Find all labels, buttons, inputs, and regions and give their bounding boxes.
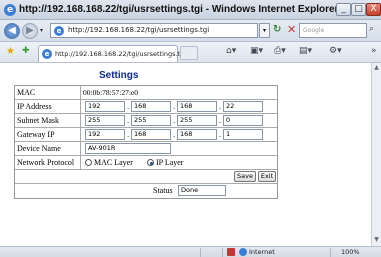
mac-row: MAC 00:0b:78:57:27:e0 bbox=[15, 86, 277, 100]
ip-row: IP Address 192 . 168 . 168 . 22 bbox=[15, 100, 277, 114]
mac-label: MAC bbox=[15, 86, 81, 99]
vertical-scrollbar[interactable]: ▲ ▼ bbox=[371, 63, 381, 246]
navigation-bar: ◀ ▶ ▾ e http://192.168.168.22/tgi/usrset… bbox=[0, 20, 381, 42]
tab-usrsettings[interactable]: e http://192.168.168.22/tgi/usrsettings.… bbox=[38, 45, 186, 62]
zoom-level[interactable]: 100% bbox=[341, 248, 360, 256]
page-title: Settings bbox=[99, 70, 139, 81]
gateway-octet-4-field[interactable]: 1 bbox=[223, 129, 263, 140]
new-tab-button[interactable] bbox=[180, 46, 198, 60]
gateway-row: Gateway IP 192 . 168 . 168 . 1 bbox=[15, 128, 277, 142]
gateway-dot: . bbox=[173, 131, 176, 139]
mac-layer-label: MAC Layer bbox=[94, 158, 133, 167]
title-bar: e http://192.168.168.22/tgi/usrsettings.… bbox=[0, 0, 381, 20]
subnet-label: Subnet Mask bbox=[15, 114, 81, 127]
mac-layer-radio[interactable] bbox=[85, 159, 92, 166]
gateway-octet-2-field[interactable]: 168 bbox=[131, 129, 171, 140]
tab-page-icon: e bbox=[42, 49, 52, 59]
mask-octet-2-field[interactable]: 255 bbox=[131, 115, 171, 126]
mask-dot: . bbox=[173, 117, 176, 125]
back-arrow-icon[interactable]: ◀ bbox=[4, 23, 20, 39]
scroll-down-icon[interactable]: ▼ bbox=[372, 236, 381, 245]
ip-octet-1-field[interactable]: 192 bbox=[85, 101, 125, 112]
device-name-label: Device Name bbox=[15, 142, 81, 155]
search-icon[interactable]: ⌕ bbox=[369, 24, 374, 34]
exit-button[interactable]: Exit bbox=[258, 171, 276, 182]
page-menu-icon[interactable]: ▤▾ bbox=[299, 46, 312, 56]
ip-dot: . bbox=[127, 103, 130, 111]
scroll-up-icon[interactable]: ▲ bbox=[372, 64, 381, 73]
status-field: Done bbox=[178, 185, 226, 196]
gateway-dot: . bbox=[219, 131, 222, 139]
star-icon[interactable]: ★ bbox=[6, 46, 15, 57]
status-label: Status bbox=[153, 186, 173, 195]
minimize-button[interactable]: _ bbox=[336, 3, 351, 16]
ip-octet-4-field[interactable]: 22 bbox=[223, 101, 263, 112]
search-input[interactable]: Google bbox=[299, 23, 367, 38]
window-title: http://192.168.168.22/tgi/usrsettings.tg… bbox=[19, 4, 339, 15]
ip-layer-label: IP Layer bbox=[156, 158, 184, 167]
ip-layer-radio[interactable] bbox=[147, 159, 154, 166]
print-icon[interactable]: ⎙▾ bbox=[274, 46, 286, 56]
gateway-octet-3-field[interactable]: 168 bbox=[177, 129, 217, 140]
search-placeholder: Google bbox=[303, 27, 325, 34]
status-divider bbox=[200, 248, 201, 257]
mac-value: 00:0b:78:57:27:e0 bbox=[83, 88, 138, 97]
ip-dot: . bbox=[173, 103, 176, 111]
protocol-label: Network Protocol bbox=[15, 156, 81, 169]
recent-pages-dropdown-icon[interactable]: ▾ bbox=[40, 27, 43, 34]
mask-octet-1-field[interactable]: 255 bbox=[85, 115, 125, 126]
refresh-icon[interactable]: ↻ bbox=[273, 24, 281, 35]
save-button[interactable]: Save bbox=[234, 171, 256, 182]
mask-dot: . bbox=[219, 117, 222, 125]
forward-arrow-icon[interactable]: ▶ bbox=[22, 23, 38, 39]
mask-octet-3-field[interactable]: 255 bbox=[177, 115, 217, 126]
toolbar-overflow-icon[interactable]: » bbox=[371, 46, 377, 56]
page-icon: e bbox=[54, 26, 64, 36]
stop-icon[interactable]: ✕ bbox=[287, 23, 296, 36]
status-divider bbox=[222, 248, 223, 257]
gateway-label: Gateway IP bbox=[15, 128, 81, 141]
buttons-row: Save Exit bbox=[15, 170, 277, 184]
protocol-row: Network Protocol MAC Layer IP Layer bbox=[15, 156, 277, 170]
ip-label: IP Address bbox=[15, 100, 81, 113]
mask-octet-4-field[interactable]: 0 bbox=[223, 115, 263, 126]
subnet-row: Subnet Mask 255 . 255 . 255 . 0 bbox=[15, 114, 277, 128]
status-divider bbox=[330, 248, 331, 257]
globe-icon bbox=[239, 248, 247, 256]
add-favorite-icon[interactable]: ✚ bbox=[22, 46, 30, 56]
device-name-row: Device Name AV-901R bbox=[15, 142, 277, 156]
gateway-dot: . bbox=[127, 131, 130, 139]
ie-logo-icon: e bbox=[4, 4, 16, 16]
feeds-icon[interactable]: ▣▾ bbox=[250, 46, 263, 56]
gateway-octet-1-field[interactable]: 192 bbox=[85, 129, 125, 140]
maximize-button[interactable]: □ bbox=[351, 3, 366, 16]
status-row: Status Done bbox=[15, 184, 277, 198]
ip-dot: . bbox=[219, 103, 222, 111]
ip-octet-3-field[interactable]: 168 bbox=[177, 101, 217, 112]
security-zone: Internet bbox=[249, 248, 275, 256]
ip-octet-2-field[interactable]: 168 bbox=[131, 101, 171, 112]
device-name-field[interactable]: AV-901R bbox=[85, 143, 171, 154]
tab-label: http://192.168.168.22/tgi/usrsettings.tg… bbox=[55, 50, 187, 58]
mask-dot: . bbox=[127, 117, 130, 125]
tools-icon[interactable]: ⚙▾ bbox=[329, 46, 342, 56]
close-button[interactable]: X bbox=[366, 3, 381, 16]
address-url[interactable]: http://192.168.168.22/tgi/usrsettings.tg… bbox=[68, 26, 209, 34]
address-bar[interactable]: e http://192.168.168.22/tgi/usrsettings.… bbox=[50, 23, 258, 38]
favorites-bar: ★ ✚ e http://192.168.168.22/tgi/usrsetti… bbox=[0, 42, 381, 63]
settings-form: MAC 00:0b:78:57:27:e0 IP Address 192 . 1… bbox=[14, 85, 278, 199]
address-dropdown-icon[interactable]: ▾ bbox=[259, 23, 270, 38]
protected-mode-icon bbox=[227, 248, 235, 256]
home-icon[interactable]: ⌂▾ bbox=[226, 46, 236, 56]
status-bar: Internet 100% bbox=[0, 246, 381, 257]
